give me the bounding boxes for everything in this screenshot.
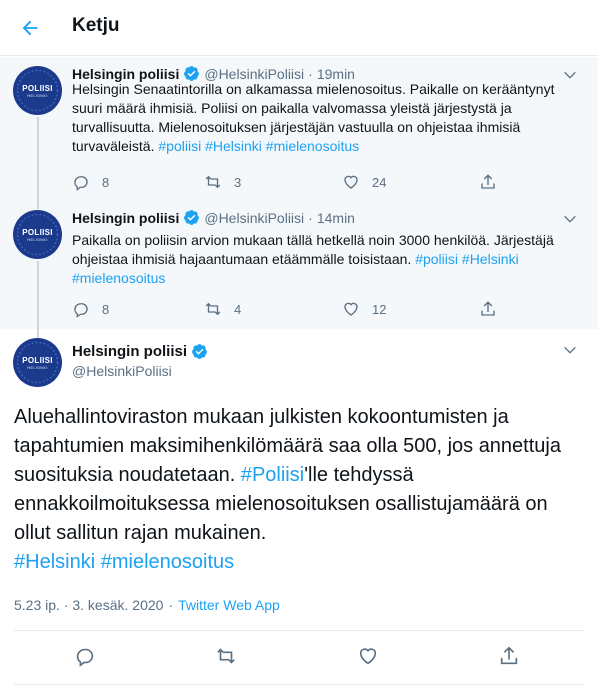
share-button[interactable]: [498, 644, 520, 668]
tweet-actions: 8 3 24: [72, 172, 522, 192]
share-button[interactable]: [479, 172, 497, 192]
retweet-button[interactable]: [215, 644, 237, 668]
heart-icon: [359, 648, 377, 665]
reply-count: 8: [102, 301, 110, 317]
avatar-label: POLIISI: [22, 227, 53, 237]
share-button[interactable]: [479, 299, 497, 319]
avatar[interactable]: POLIISI HELSINKI: [13, 338, 62, 387]
avatar-sublabel: HELSINKI: [27, 92, 48, 98]
hashtag-link[interactable]: #mielenosoitus: [101, 551, 234, 573]
reply-button[interactable]: 8: [72, 299, 109, 319]
reply-icon: [74, 176, 88, 191]
separator: ·: [168, 597, 174, 613]
like-button[interactable]: 12: [342, 299, 386, 319]
chevron-down-icon: [564, 346, 576, 354]
thread-connector: [37, 201, 39, 209]
tweet-text: Helsingin Senaatintorilla on alkamassa m…: [72, 80, 572, 156]
thread-connector: [37, 329, 39, 338]
heart-icon: [344, 175, 358, 189]
author-name[interactable]: Helsingin poliisi: [72, 210, 179, 226]
thread-tweet[interactable]: POLIISI HELSINKI Helsingin poliisi @Hels…: [0, 57, 598, 201]
author-name[interactable]: Helsingin poliisi: [72, 343, 187, 360]
avatar-sublabel: HELSINKI: [27, 364, 48, 370]
tweet-meta: Helsingin poliisi @HelsinkiPoliisi · 14m…: [72, 209, 355, 226]
avatar[interactable]: POLIISI HELSINKI: [13, 210, 62, 259]
retweet-count: 4: [234, 301, 242, 317]
back-button[interactable]: [14, 12, 46, 44]
tweet-source-link[interactable]: Twitter Web App: [178, 597, 280, 613]
like-button[interactable]: 24: [342, 172, 386, 192]
main-tweet-text: Aluehallintoviraston mukaan julkisten ko…: [14, 403, 584, 577]
like-button[interactable]: [357, 644, 379, 668]
thread-tweet[interactable]: POLIISI HELSINKI Helsingin poliisi @Hels…: [0, 201, 598, 329]
tweet-timestamp-row: 5.23 ip. · 3. kesäk. 2020 · Twitter Web …: [14, 597, 280, 613]
retweet-icon: [217, 648, 235, 664]
share-icon: [481, 174, 495, 189]
reply-button[interactable]: [74, 644, 96, 668]
chevron-down-icon: [564, 215, 576, 223]
thread-header: Ketju: [0, 0, 598, 56]
share-icon: [500, 646, 518, 665]
reply-button[interactable]: 8: [72, 172, 109, 192]
tweet-timestamp[interactable]: 5.23 ip. · 3. kesäk. 2020: [14, 597, 163, 613]
hashtag-link[interactable]: #Helsinki: [462, 251, 519, 267]
hashtag-link[interactable]: #poliisi: [415, 251, 458, 267]
more-options-button[interactable]: [560, 209, 580, 229]
reply-icon: [76, 648, 94, 667]
tweet-text: Paikalla on poliisin arvion mukaan tällä…: [72, 231, 572, 288]
hashtag-link[interactable]: #Helsinki: [14, 551, 95, 573]
like-count: 12: [372, 301, 387, 317]
reply-count: 8: [102, 174, 110, 190]
avatar-label: POLIISI: [22, 355, 53, 365]
verified-badge-icon: [184, 210, 200, 225]
tweet-actions: 8 4 12: [72, 299, 522, 319]
verified-badge-icon: [192, 344, 207, 359]
hashtag-link[interactable]: #mielenosoitus: [266, 138, 359, 154]
tweet-time[interactable]: 14min: [317, 210, 355, 226]
avatar-label: POLIISI: [22, 83, 53, 93]
more-options-button[interactable]: [560, 340, 580, 360]
hashtag-link[interactable]: #Poliisi: [241, 464, 304, 486]
hashtag-link[interactable]: #Helsinki: [205, 138, 262, 154]
avatar-sublabel: HELSINKI: [27, 236, 48, 242]
divider: [14, 630, 584, 631]
retweet-button[interactable]: 4: [204, 299, 241, 319]
author-handle[interactable]: @HelsinkiPoliisi: [72, 363, 172, 379]
heart-icon: [344, 302, 358, 316]
separator: ·: [308, 209, 313, 226]
arrow-left-icon: [22, 20, 38, 36]
page-title: Ketju: [72, 15, 120, 36]
main-tweet-actions: [0, 644, 598, 668]
retweet-icon: [205, 175, 221, 189]
main-author: Helsingin poliisi: [72, 343, 208, 360]
thread-connector: [37, 117, 39, 201]
retweet-count: 3: [234, 174, 242, 190]
hashtag-link[interactable]: #poliisi: [158, 138, 201, 154]
like-count: 24: [372, 174, 387, 190]
avatar[interactable]: POLIISI HELSINKI: [13, 66, 62, 115]
share-icon: [481, 301, 495, 316]
thread-connector: [37, 261, 39, 329]
reply-icon: [74, 303, 88, 318]
retweet-button[interactable]: 3: [204, 172, 241, 192]
retweet-icon: [205, 302, 221, 316]
author-handle[interactable]: @HelsinkiPoliisi: [204, 210, 304, 226]
hashtag-link[interactable]: #mielenosoitus: [72, 270, 165, 286]
